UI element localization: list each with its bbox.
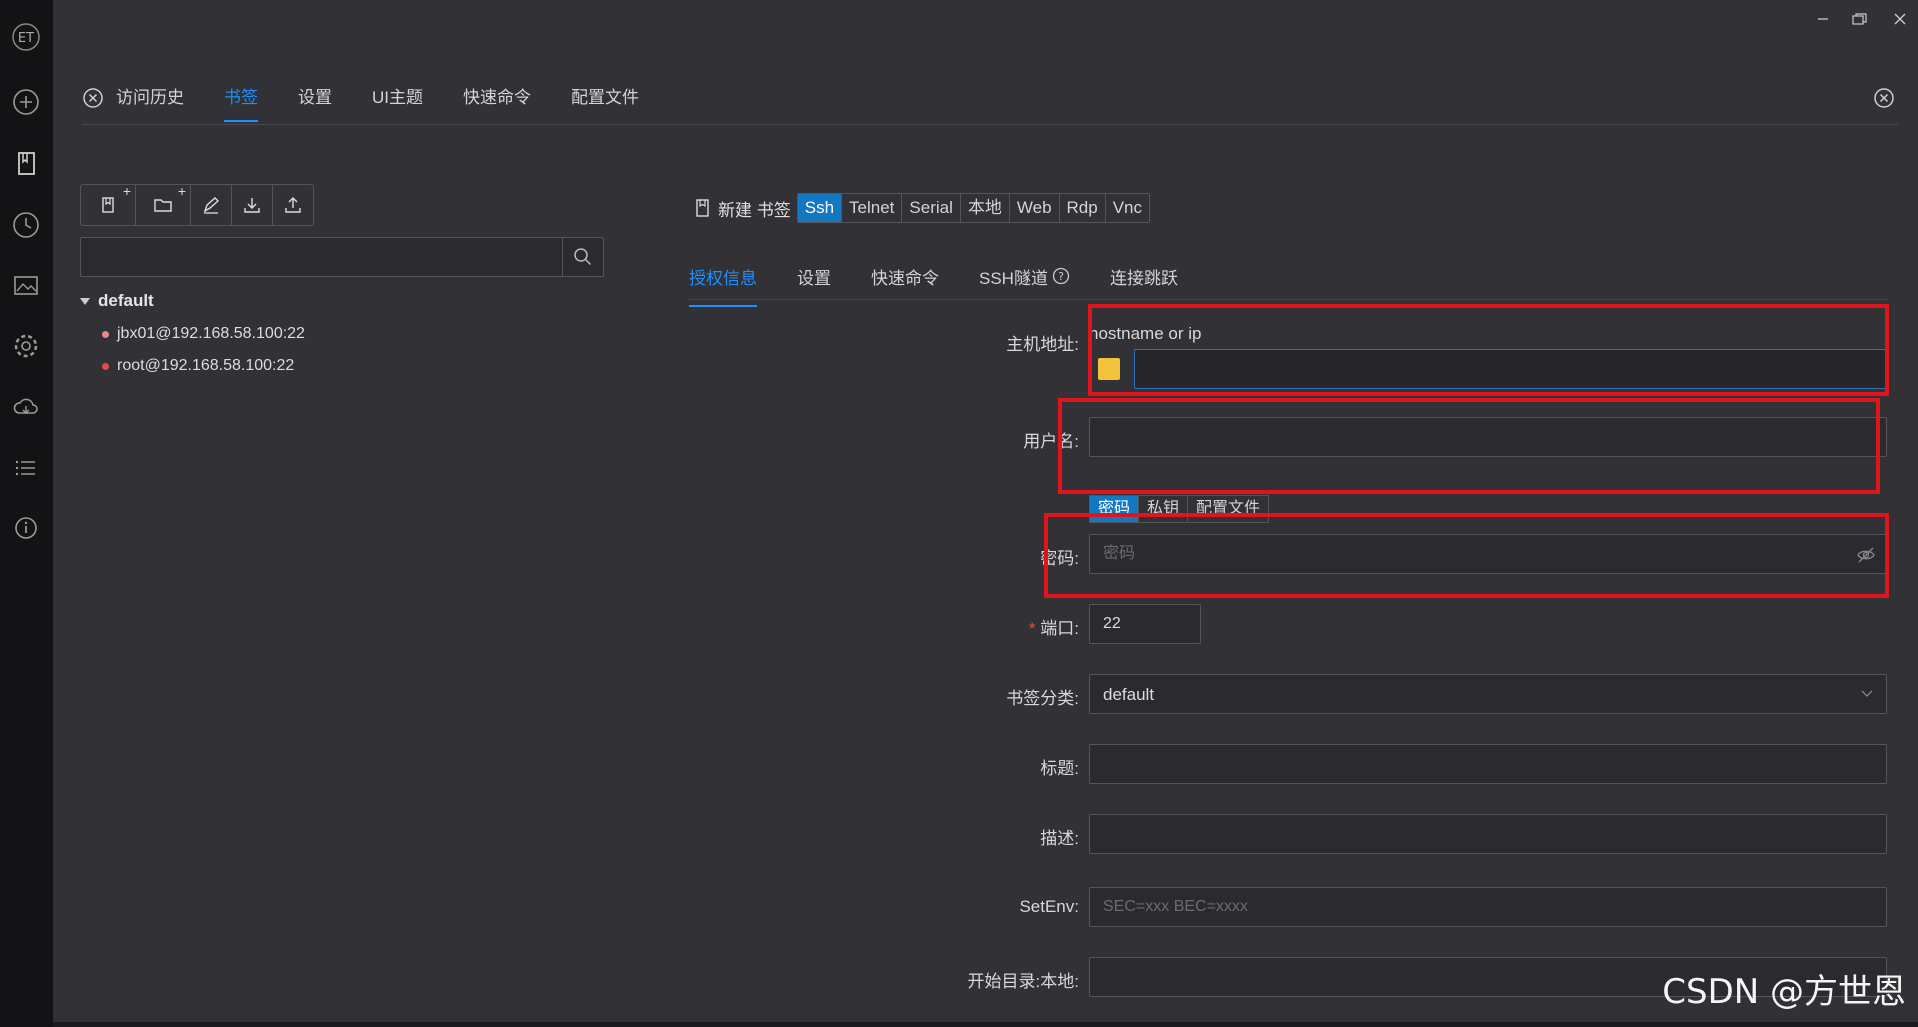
category-select[interactable]: default: [1089, 674, 1887, 714]
new-bookmark-button[interactable]: +: [81, 183, 136, 225]
status-bar: [53, 1022, 1918, 1027]
main-tabs: 访问历史 书签 设置 UI主题 快速命令 配置文件: [82, 80, 679, 122]
username-label: 用户名:: [1023, 432, 1079, 451]
port-field[interactable]: [1089, 604, 1201, 644]
tab-ui-theme[interactable]: UI主题: [372, 80, 423, 116]
tab-bookmark-quick-commands[interactable]: 快速命令: [871, 264, 939, 289]
bookmark-sub-tabs: 授权信息 设置 快速命令 SSH隧道 ? 连接跳跃: [689, 258, 1218, 307]
svg-text:ET: ET: [18, 31, 34, 46]
logo-icon: ET: [11, 22, 41, 52]
new-folder-button[interactable]: +: [136, 183, 191, 225]
host-label: 主机地址:: [1006, 335, 1079, 354]
tab-jump-host[interactable]: 连接跳跃: [1110, 264, 1178, 289]
category-value: default: [1103, 685, 1155, 704]
type-ssh[interactable]: Ssh: [797, 194, 843, 222]
connection-type-group: Ssh Telnet Serial 本地 Web Rdp Vnc: [796, 193, 1151, 223]
new-bookmark-header: 新建 书签 Ssh Telnet Serial 本地 Web Rdp Vnc: [694, 193, 1151, 223]
tree-item[interactable]: root@192.168.58.100:22: [102, 350, 305, 382]
ssh-tunnel-label: SSH隧道: [979, 268, 1048, 288]
type-vnc[interactable]: Vnc: [1106, 194, 1149, 222]
divider: [689, 299, 1888, 300]
search-input[interactable]: [81, 238, 562, 276]
tab-settings[interactable]: 设置: [298, 80, 332, 116]
tree-item-label: jbx01@192.168.58.100:22: [117, 325, 305, 342]
image-icon[interactable]: [11, 270, 41, 300]
close-tabs-icon[interactable]: [82, 87, 104, 109]
edit-icon[interactable]: [191, 185, 232, 225]
import-icon[interactable]: [232, 185, 273, 225]
chevron-down-icon: [1860, 687, 1874, 706]
port-label-text: 端口:: [1040, 619, 1079, 638]
title-input[interactable]: [1090, 745, 1886, 783]
annotation-box-host: [1088, 304, 1889, 396]
help-icon[interactable]: ?: [1052, 267, 1070, 285]
tab-quick-commands[interactable]: 快速命令: [463, 80, 531, 116]
setenv-label: SetEnv:: [1019, 897, 1079, 916]
type-web[interactable]: Web: [1010, 194, 1060, 222]
watermark: CSDN @方世恩: [1662, 972, 1906, 1012]
tree-group-default[interactable]: default: [80, 290, 305, 312]
tree-item[interactable]: jbx01@192.168.58.100:22: [102, 318, 305, 350]
tree-group-label: default: [98, 291, 154, 310]
port-input[interactable]: [1090, 605, 1200, 643]
type-telnet[interactable]: Telnet: [842, 194, 903, 222]
status-dot: [102, 330, 109, 338]
export-icon[interactable]: [273, 185, 313, 225]
svg-text:?: ?: [1058, 270, 1064, 283]
password-label: 密码:: [1040, 549, 1079, 568]
type-serial[interactable]: Serial: [902, 194, 961, 222]
close-window-icon[interactable]: [1889, 8, 1911, 30]
setenv-field[interactable]: [1089, 887, 1887, 927]
bookmark-search: [80, 237, 604, 277]
annotation-box-username: [1058, 398, 1880, 494]
title-field[interactable]: [1089, 744, 1887, 784]
bookmark-tree: default jbx01@192.168.58.100:22 root@192…: [80, 290, 305, 382]
setenv-input[interactable]: [1090, 888, 1886, 926]
cloud-icon[interactable]: [11, 392, 41, 422]
left-sidebar: ET: [0, 0, 53, 1027]
tab-bookmark-settings[interactable]: 设置: [797, 264, 831, 289]
bookmark-icon: [694, 198, 712, 218]
gear-icon[interactable]: [11, 331, 41, 361]
port-label: * 端口:: [1028, 619, 1079, 638]
type-rdp[interactable]: Rdp: [1060, 194, 1106, 222]
description-field[interactable]: [1089, 814, 1887, 854]
annotation-box-password: [1044, 513, 1889, 598]
close-panel-icon[interactable]: [1873, 87, 1895, 114]
divider: [82, 124, 1898, 125]
category-label: 书签分类:: [1006, 689, 1079, 708]
status-dot: [102, 362, 109, 370]
restore-icon[interactable]: [1848, 8, 1870, 30]
start-dir-label: 开始目录:本地:: [967, 972, 1079, 991]
description-label: 描述:: [1040, 829, 1079, 848]
tab-auth-info[interactable]: 授权信息: [689, 264, 757, 307]
minimize-icon[interactable]: [1812, 8, 1834, 30]
tab-profiles[interactable]: 配置文件: [571, 80, 639, 116]
tree-item-label: root@192.168.58.100:22: [117, 357, 295, 374]
caret-down-icon[interactable]: [80, 297, 90, 305]
tab-history[interactable]: 访问历史: [116, 80, 184, 116]
info-icon[interactable]: [11, 513, 41, 543]
bookmark-toolbar: + +: [80, 183, 314, 226]
bookmark-icon[interactable]: [11, 148, 41, 178]
type-local[interactable]: 本地: [961, 194, 1010, 222]
list-icon[interactable]: [11, 453, 41, 483]
description-input[interactable]: [1090, 815, 1886, 853]
title-label: 标题:: [1040, 759, 1079, 778]
new-bookmark-title: 新建 书签: [718, 200, 791, 220]
add-icon[interactable]: [11, 87, 41, 117]
tab-bookmarks[interactable]: 书签: [224, 80, 258, 122]
tab-ssh-tunnel[interactable]: SSH隧道 ?: [979, 264, 1070, 289]
search-icon[interactable]: [562, 238, 603, 276]
history-icon[interactable]: [11, 210, 41, 240]
